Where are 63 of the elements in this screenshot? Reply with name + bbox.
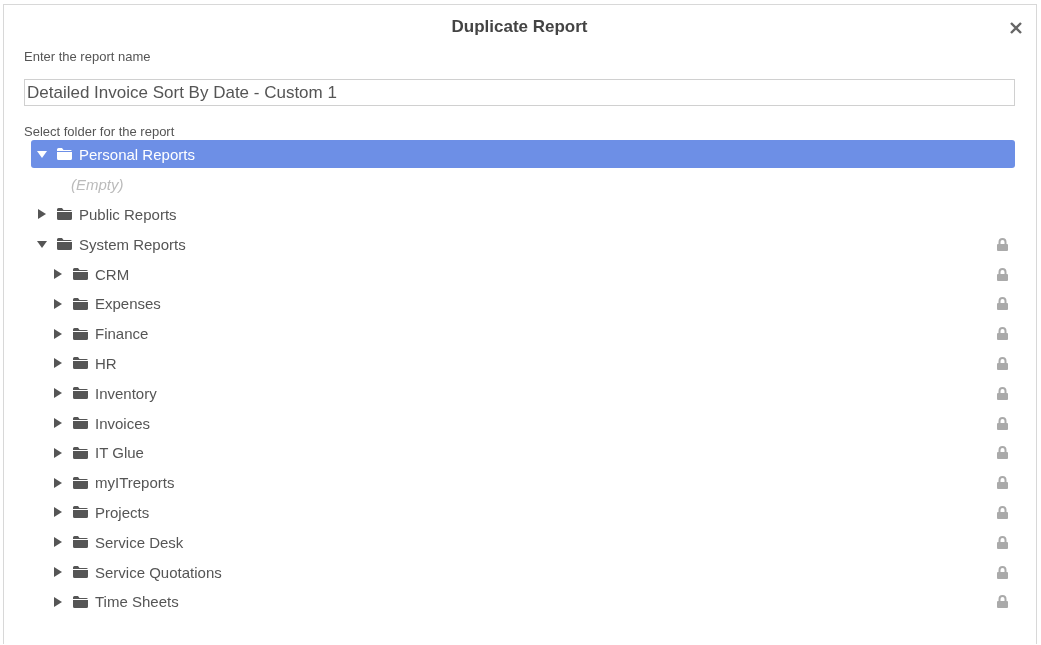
folder-icon bbox=[73, 297, 88, 310]
folder-icon bbox=[73, 268, 88, 281]
caret-icon[interactable] bbox=[53, 388, 63, 399]
folder-row[interactable]: IT Glue bbox=[31, 437, 1015, 468]
folder-icon bbox=[73, 476, 88, 489]
lock-icon bbox=[997, 356, 1008, 370]
folder-row[interactable]: Invoices bbox=[31, 408, 1015, 438]
caret-icon[interactable] bbox=[53, 567, 63, 578]
lock-icon bbox=[997, 386, 1008, 400]
lock-icon bbox=[997, 297, 1008, 311]
caret-icon[interactable] bbox=[53, 328, 63, 339]
folder-row[interactable]: Projects bbox=[31, 497, 1015, 528]
caret-icon[interactable] bbox=[37, 239, 47, 250]
folder-icon bbox=[57, 148, 72, 160]
caret-icon[interactable] bbox=[53, 537, 63, 548]
folder-icon bbox=[73, 387, 88, 400]
lock-icon bbox=[997, 327, 1008, 341]
folder-row[interactable]: Service Desk bbox=[31, 527, 1015, 558]
folder-row[interactable]: Public Reports bbox=[31, 199, 1015, 230]
folder-icon bbox=[57, 208, 72, 221]
folder-row[interactable]: Finance bbox=[31, 318, 1015, 349]
caret-icon[interactable] bbox=[37, 209, 47, 220]
folder-icon bbox=[73, 595, 88, 608]
folder-row[interactable]: Inventory bbox=[31, 378, 1015, 409]
folder-icon bbox=[57, 238, 72, 251]
caret-icon[interactable] bbox=[53, 477, 63, 488]
folder-row[interactable]: Service Quotations bbox=[31, 557, 1015, 587]
folder-label: Select folder for the report bbox=[24, 124, 176, 139]
lock-icon bbox=[997, 446, 1008, 460]
folder-row[interactable]: Time Sheets bbox=[31, 586, 1015, 617]
caret-icon[interactable] bbox=[53, 507, 63, 518]
caret-icon[interactable] bbox=[53, 418, 63, 429]
caret-icon[interactable] bbox=[53, 358, 63, 369]
folder-icon bbox=[73, 506, 88, 519]
folder-row[interactable]: System Reports bbox=[31, 229, 1015, 260]
folder-icon bbox=[73, 536, 88, 549]
lock-icon bbox=[997, 476, 1008, 490]
folder-row[interactable]: myITreports bbox=[31, 467, 1015, 498]
caret-icon[interactable] bbox=[53, 596, 63, 607]
folder-row[interactable]: Expenses bbox=[31, 289, 1015, 319]
folder-icon bbox=[73, 357, 88, 370]
empty-folder-note: (Empty) bbox=[71, 176, 124, 194]
folder-row[interactable]: CRM bbox=[31, 259, 1015, 289]
lock-icon bbox=[997, 237, 1008, 251]
lock-icon bbox=[997, 505, 1008, 519]
folder-icon bbox=[73, 446, 88, 459]
lock-icon bbox=[997, 416, 1008, 430]
dialog-title: Duplicate Report bbox=[451, 17, 588, 37]
lock-icon bbox=[997, 535, 1008, 549]
caret-icon[interactable] bbox=[37, 149, 47, 159]
report-name-field[interactable]: Detailed Invoice Sort By Date - Custom 1 bbox=[24, 79, 1015, 106]
field-label: Enter the report name bbox=[24, 49, 152, 64]
folder-row[interactable]: HR bbox=[31, 348, 1015, 379]
caret-icon[interactable] bbox=[53, 269, 63, 280]
lock-icon bbox=[997, 565, 1008, 579]
caret-icon[interactable] bbox=[53, 298, 63, 309]
folder-icon bbox=[73, 327, 88, 340]
close-icon[interactable] bbox=[1009, 21, 1023, 35]
lock-icon bbox=[997, 267, 1008, 281]
caret-icon[interactable] bbox=[53, 447, 63, 458]
folder-icon bbox=[73, 566, 88, 579]
folder-icon bbox=[73, 417, 88, 430]
lock-icon bbox=[997, 595, 1008, 609]
